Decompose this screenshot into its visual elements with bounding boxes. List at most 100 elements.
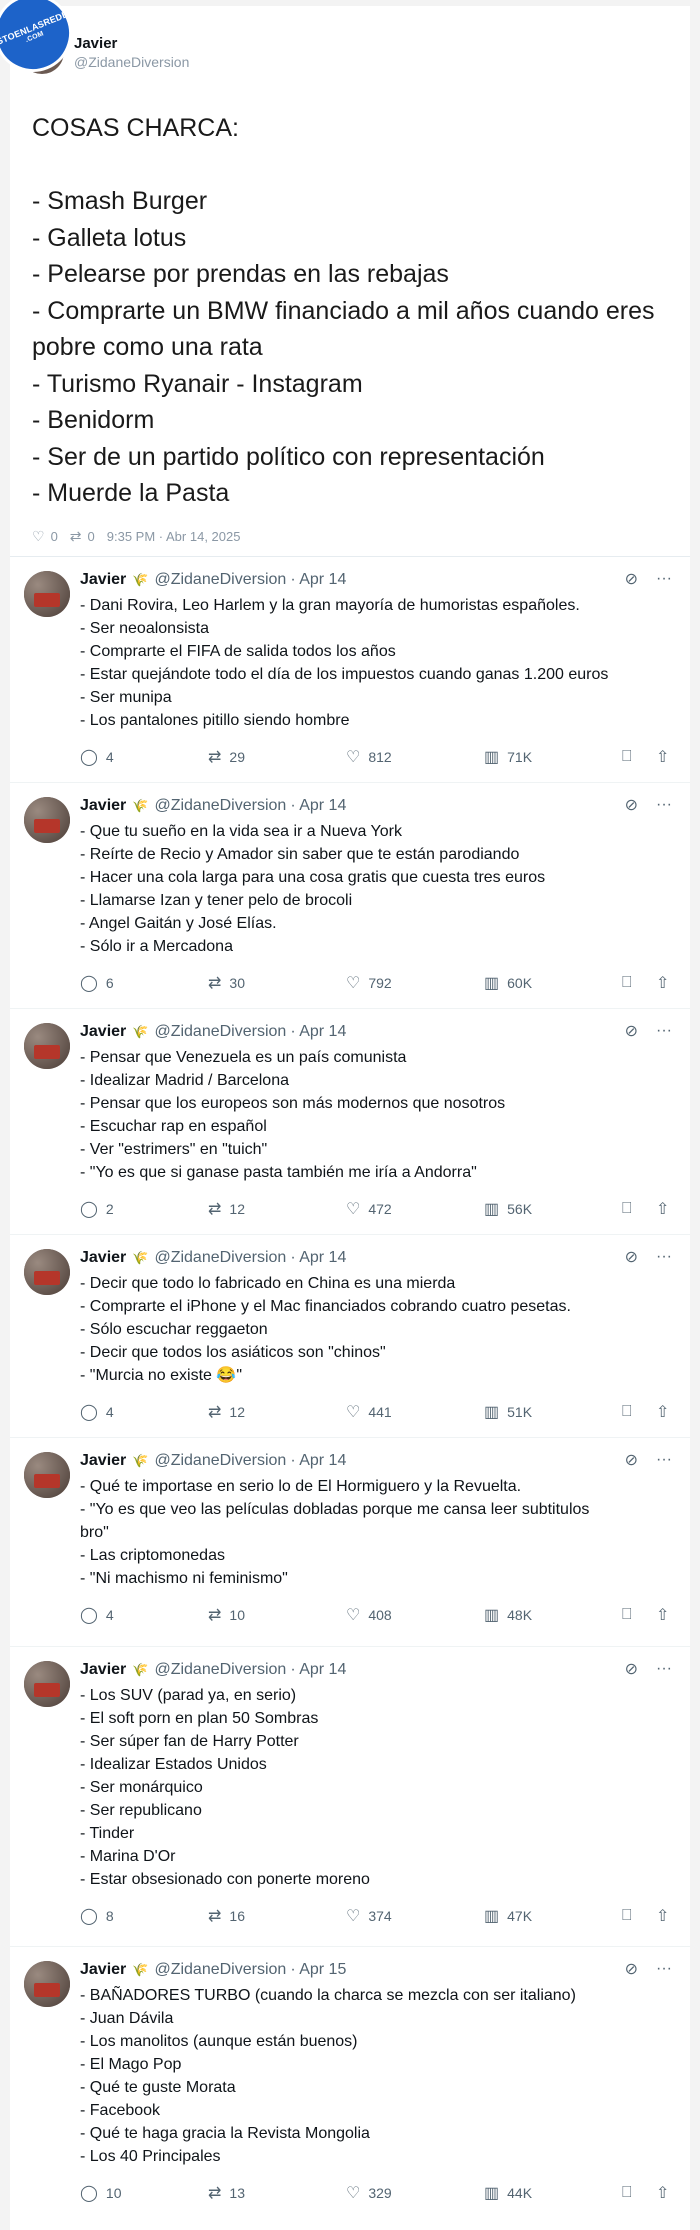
- reply-date[interactable]: · Apr 14: [290, 1661, 346, 1679]
- reply-tweet[interactable]: Javier 🌾 @ZidaneDiversion · Apr 14 - Los…: [10, 1647, 690, 1947]
- reply-tweet[interactable]: Javier 🌾 @ZidaneDiversion · Apr 14 - Qué…: [10, 1438, 690, 1647]
- avatar[interactable]: [24, 1023, 70, 1069]
- share-button[interactable]: ⇧: [656, 2183, 669, 2203]
- reply-author-name[interactable]: Javier: [80, 797, 126, 815]
- reply-date[interactable]: · Apr 15: [290, 1961, 346, 1979]
- more-icon[interactable]: ···: [656, 570, 672, 588]
- original-tweet[interactable]: Javier @ZidaneDiversion COSAS CHARCA: - …: [10, 6, 690, 556]
- more-icon[interactable]: ···: [656, 796, 672, 814]
- reply-author-name[interactable]: Javier: [80, 1961, 126, 1979]
- like-button[interactable]: ♡ 812: [346, 747, 392, 767]
- avatar[interactable]: [24, 797, 70, 843]
- more-icon[interactable]: ···: [656, 1022, 672, 1040]
- retweet-button[interactable]: ⇄ 30: [208, 973, 245, 993]
- reply-author-handle[interactable]: @ZidaneDiversion: [154, 797, 286, 815]
- retweet-icon[interactable]: ⇄: [70, 528, 82, 545]
- reply-author-handle[interactable]: @ZidaneDiversion: [154, 1961, 286, 1979]
- reply-author-name[interactable]: Javier: [80, 1452, 126, 1470]
- reply-date[interactable]: · Apr 14: [290, 1249, 346, 1267]
- reply-date[interactable]: · Apr 14: [290, 1452, 346, 1470]
- reply-author-name[interactable]: Javier: [80, 1249, 126, 1267]
- views-button[interactable]: ▥ 71K: [484, 747, 532, 767]
- avatar[interactable]: [24, 1661, 70, 1707]
- retweet-button[interactable]: ⇄ 29: [208, 747, 245, 767]
- reply-date[interactable]: · Apr 14: [290, 1023, 346, 1041]
- reply-date[interactable]: · Apr 14: [290, 571, 346, 589]
- reply-button[interactable]: ◯ 8: [80, 1906, 114, 1926]
- reply-author-name[interactable]: Javier: [80, 1661, 126, 1679]
- more-icon[interactable]: ···: [656, 1660, 672, 1678]
- share-button[interactable]: ⇧: [656, 1199, 669, 1219]
- grok-icon[interactable]: ⊘: [625, 569, 638, 589]
- grok-icon[interactable]: ⊘: [625, 1021, 638, 1041]
- views-button[interactable]: ▥ 51K: [484, 1402, 532, 1422]
- reply-author-handle[interactable]: @ZidaneDiversion: [154, 1023, 286, 1041]
- reply-button[interactable]: ◯ 2: [80, 1199, 114, 1219]
- reply-button[interactable]: ◯ 4: [80, 747, 114, 767]
- bookmark-button[interactable]: ⎕: [622, 1907, 632, 1925]
- reply-tweet[interactable]: Javier 🌾 @ZidaneDiversion · Apr 14 - Que…: [10, 783, 690, 1009]
- like-button[interactable]: ♡ 408: [346, 1605, 392, 1625]
- views-button[interactable]: ▥ 47K: [484, 1906, 532, 1926]
- bookmark-button[interactable]: ⎕: [622, 1606, 632, 1624]
- reply-button[interactable]: ◯ 10: [80, 2183, 121, 2203]
- like-button[interactable]: ♡ 472: [346, 1199, 392, 1219]
- reply-author-handle[interactable]: @ZidaneDiversion: [154, 1452, 286, 1470]
- views-button[interactable]: ▥ 56K: [484, 1199, 532, 1219]
- grok-icon[interactable]: ⊘: [625, 1450, 638, 1470]
- reply-button[interactable]: ◯ 6: [80, 973, 114, 993]
- reply-tweet[interactable]: Javier 🌾 @ZidaneDiversion · Apr 14 - Dec…: [10, 1235, 690, 1438]
- reply-text-line: - Estar quejándote todo el día de los im…: [80, 666, 609, 683]
- avatar[interactable]: [24, 1961, 70, 2007]
- bookmark-button[interactable]: ⎕: [622, 2184, 632, 2202]
- reply-button[interactable]: ◯ 4: [80, 1402, 114, 1422]
- like-button[interactable]: ♡ 441: [346, 1402, 392, 1422]
- like-count: 408: [368, 1607, 392, 1623]
- like-button[interactable]: ♡ 329: [346, 2183, 392, 2203]
- bookmark-button[interactable]: ⎕: [622, 1200, 632, 1218]
- retweet-button[interactable]: ⇄ 10: [208, 1605, 245, 1625]
- share-button[interactable]: ⇧: [656, 1605, 669, 1625]
- reply-date[interactable]: · Apr 14: [290, 797, 346, 815]
- like-button[interactable]: ♡ 792: [346, 973, 392, 993]
- grok-icon[interactable]: ⊘: [625, 1247, 638, 1267]
- reply-tweet[interactable]: Javier 🌾 @ZidaneDiversion · Apr 15 - BAÑ…: [10, 1947, 690, 2230]
- more-icon[interactable]: ···: [656, 1248, 672, 1266]
- retweet-button[interactable]: ⇄ 13: [208, 2183, 245, 2203]
- avatar[interactable]: [24, 571, 70, 617]
- avatar[interactable]: [24, 1452, 70, 1498]
- op-author-name[interactable]: Javier: [74, 35, 189, 52]
- retweet-button[interactable]: ⇄ 16: [208, 1906, 245, 1926]
- views-button[interactable]: ▥ 60K: [484, 973, 532, 993]
- retweet-button[interactable]: ⇄ 12: [208, 1199, 245, 1219]
- reply-button[interactable]: ◯ 4: [80, 1605, 114, 1625]
- bookmark-button[interactable]: ⎕: [622, 1403, 632, 1421]
- share-button[interactable]: ⇧: [656, 747, 669, 767]
- share-button[interactable]: ⇧: [656, 1906, 669, 1926]
- reply-author-handle[interactable]: @ZidaneDiversion: [154, 1249, 286, 1267]
- reply-tweet[interactable]: Javier 🌾 @ZidaneDiversion · Apr 14 - Dan…: [10, 557, 690, 783]
- bookmark-button[interactable]: ⎕: [622, 974, 632, 992]
- reply-author-name[interactable]: Javier: [80, 1023, 126, 1041]
- views-button[interactable]: ▥ 44K: [484, 2183, 532, 2203]
- more-icon[interactable]: ···: [656, 1451, 672, 1469]
- grok-icon[interactable]: ⊘: [625, 795, 638, 815]
- views-button[interactable]: ▥ 48K: [484, 1605, 532, 1625]
- reply-text-line: - Estar obsesionado con ponerte moreno: [80, 1871, 370, 1888]
- grok-icon[interactable]: ⊘: [625, 1959, 638, 1979]
- share-button[interactable]: ⇧: [656, 973, 669, 993]
- grok-icon[interactable]: ⊘: [625, 1659, 638, 1679]
- reply-author-handle[interactable]: @ZidaneDiversion: [154, 571, 286, 589]
- reply-author-handle[interactable]: @ZidaneDiversion: [154, 1661, 286, 1679]
- reply-text: - Los SUV (parad ya, en serio) - El soft …: [80, 1684, 674, 1891]
- reply-author-name[interactable]: Javier: [80, 571, 126, 589]
- more-icon[interactable]: ···: [656, 1960, 672, 1978]
- avatar[interactable]: [24, 1249, 70, 1295]
- bookmark-button[interactable]: ⎕: [622, 748, 632, 766]
- share-button[interactable]: ⇧: [656, 1402, 669, 1422]
- reply-tweet[interactable]: Javier 🌾 @ZidaneDiversion · Apr 14 - Pen…: [10, 1009, 690, 1235]
- like-button[interactable]: ♡ 374: [346, 1906, 392, 1926]
- retweet-button[interactable]: ⇄ 12: [208, 1402, 245, 1422]
- heart-icon[interactable]: ♡: [32, 528, 45, 545]
- op-author-handle[interactable]: @ZidaneDiversion: [74, 54, 189, 70]
